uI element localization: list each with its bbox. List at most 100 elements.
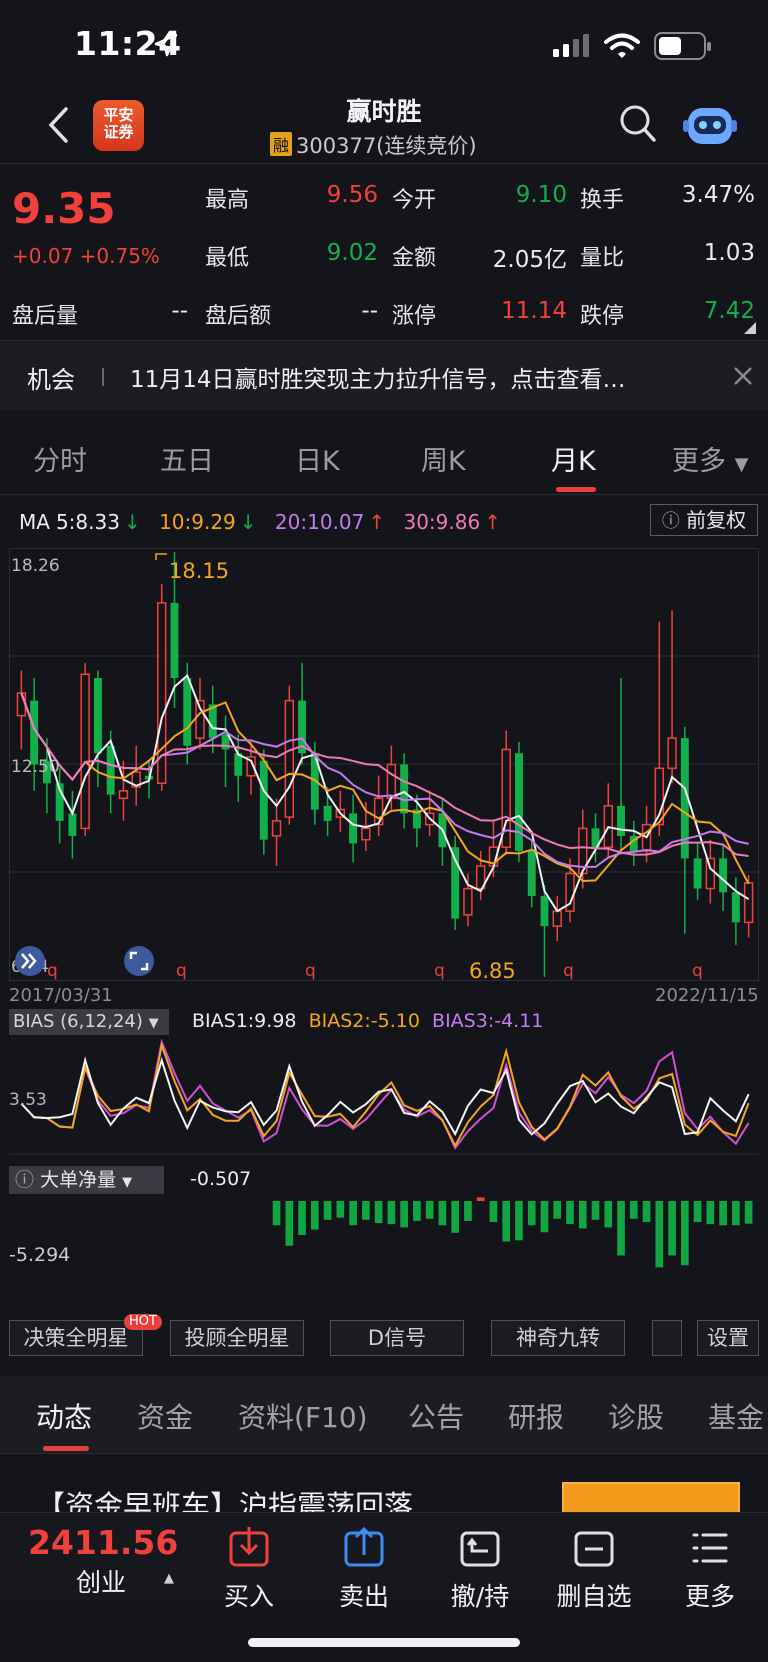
d-signal-button[interactable]: D信号: [330, 1320, 464, 1356]
sell-button[interactable]: 卖出: [314, 1513, 414, 1613]
bias-chart: 3.53: [9, 1038, 759, 1155]
tab-funds[interactable]: 资金: [137, 1396, 193, 1436]
kline-chart[interactable]: 18.26 12.50 6.74 18.15 6.85 q q q q q q: [9, 548, 759, 981]
fullscreen-icon[interactable]: [124, 946, 154, 976]
tab-dynamics[interactable]: 动态: [36, 1396, 92, 1436]
current-price: 9.35: [12, 184, 116, 233]
tab-weekly-k[interactable]: 周K: [421, 439, 466, 478]
adjust-mode-label: 前复权: [686, 508, 747, 532]
buy-button[interactable]: 买入: [199, 1513, 299, 1613]
candle-body: [552, 910, 562, 927]
opportunity-banner[interactable]: 机会 11月14日赢时胜突现主力拉升信号，点击查看…: [0, 342, 768, 410]
open-label: 今开: [392, 188, 437, 213]
bias1-value: BIAS1:9.98: [192, 1010, 297, 1032]
advisor-star-button[interactable]: 投顾全明星: [170, 1320, 304, 1356]
candle-body: [284, 699, 295, 818]
turnover-label: 换手: [580, 188, 625, 213]
open-value: 9.10: [515, 182, 567, 208]
candle-body: [693, 858, 702, 889]
adjust-mode-button[interactable]: ⓘ 前复权: [650, 504, 758, 536]
more-label: 更多: [684, 1582, 735, 1611]
amount-value: 2.05亿: [492, 247, 567, 273]
tab-announcements[interactable]: 公告: [408, 1396, 464, 1436]
tab-more-label: 更多: [672, 446, 726, 477]
tab-monthly-k[interactable]: 月K: [551, 439, 596, 478]
candle-body: [743, 882, 754, 924]
candle-body: [93, 678, 102, 754]
remove-watchlist-button[interactable]: 删自选: [544, 1513, 644, 1613]
candle-body: [515, 753, 523, 851]
settings-button[interactable]: 设置: [697, 1320, 759, 1356]
expand-corner-icon[interactable]: [744, 322, 756, 334]
flow-bar: [285, 1201, 294, 1246]
news-preview[interactable]: 【资金早班车】沪指震荡回落: [0, 1455, 768, 1515]
active-tab-indicator: [43, 1446, 89, 1451]
bias-selector[interactable]: BIAS (6,12,24) ▼: [9, 1009, 169, 1035]
candle-body: [540, 896, 549, 927]
search-icon[interactable]: [619, 104, 657, 144]
more-button[interactable]: 更多: [660, 1513, 760, 1613]
status-bar: 11:24: [0, 0, 768, 90]
index-name[interactable]: 创业: [76, 1563, 126, 1599]
tab-f10[interactable]: 资料(F10): [238, 1396, 368, 1436]
tab-diagnosis[interactable]: 诊股: [608, 1396, 664, 1436]
volume-ratio-label: 量比: [580, 246, 625, 271]
candle-body: [259, 760, 268, 840]
dropdown-icon: ▼: [734, 454, 749, 475]
date-end: 2022/11/15: [655, 985, 759, 1006]
limit-down-value: 7.42: [703, 298, 755, 324]
q-marker: q: [176, 961, 187, 981]
banner-text[interactable]: 11月14日赢时胜突现主力拉升信号，点击查看…: [130, 360, 700, 394]
close-icon[interactable]: [733, 366, 753, 386]
tab-research[interactable]: 研报: [508, 1396, 564, 1436]
sell-icon: [344, 1526, 384, 1567]
flow-bar: [553, 1201, 562, 1219]
tab-daily-k[interactable]: 日K: [295, 439, 340, 478]
magic-nine-button[interactable]: 神奇九转: [491, 1320, 625, 1356]
ma30-value: 30:9.86: [403, 510, 481, 534]
candle-body: [80, 673, 90, 830]
tab-five-day[interactable]: 五日: [160, 439, 214, 478]
tab-fund[interactable]: 基金: [708, 1396, 764, 1436]
bias-selector-label: BIAS (6,12,24): [13, 1011, 143, 1032]
tab-intraday[interactable]: 分时: [33, 439, 87, 478]
candle-body: [731, 892, 740, 923]
flow-bar: [400, 1201, 408, 1228]
y-axis-top: 18.26: [11, 556, 60, 576]
flow-bar: [744, 1201, 753, 1224]
candle-body: [361, 827, 371, 841]
tab-more[interactable]: 更多 ▼: [672, 439, 748, 478]
candle-body: [118, 790, 129, 800]
flow-bar: [425, 1201, 434, 1219]
bias3-line: [20, 1038, 750, 1150]
turnover-value: 3.47%: [681, 182, 755, 208]
bias2-value: BIAS2:-5.10: [308, 1010, 420, 1032]
flow-bar: [413, 1201, 421, 1221]
flow-bar: [515, 1201, 523, 1241]
flow-bar: [387, 1201, 396, 1225]
cancel-hold-button[interactable]: 撤/持: [430, 1513, 530, 1613]
flow-bar: [272, 1201, 281, 1226]
flow-selector-label: 大单净量: [40, 1169, 117, 1191]
q-marker: q: [47, 961, 58, 981]
back-arrow-icon[interactable]: [46, 106, 70, 144]
flow-bar: [719, 1201, 727, 1226]
flow-bar: [502, 1201, 511, 1242]
flow-bar: [349, 1201, 357, 1226]
partial-button[interactable]: [652, 1320, 682, 1356]
banner-tag: 机会: [27, 366, 75, 394]
collapse-left-icon[interactable]: [15, 946, 45, 976]
low-label: 最低: [205, 246, 250, 271]
decision-star-button[interactable]: 决策全明星: [9, 1320, 143, 1356]
news-headline[interactable]: 【资金早班车】沪指震荡回落: [36, 1483, 413, 1515]
index-value[interactable]: 2411.56: [28, 1523, 178, 1562]
q-marker: q: [692, 961, 703, 981]
ma20-line: [20, 692, 749, 868]
q-marker: q: [434, 961, 445, 981]
flow-selector[interactable]: ⓘ 大单净量 ▼: [9, 1166, 164, 1194]
candle-body: [667, 737, 677, 770]
caret-up-icon[interactable]: ▲: [164, 1571, 174, 1586]
robot-assistant-icon[interactable]: [683, 100, 737, 148]
high-label: 最高: [205, 188, 250, 213]
flow-bar: [323, 1201, 332, 1220]
